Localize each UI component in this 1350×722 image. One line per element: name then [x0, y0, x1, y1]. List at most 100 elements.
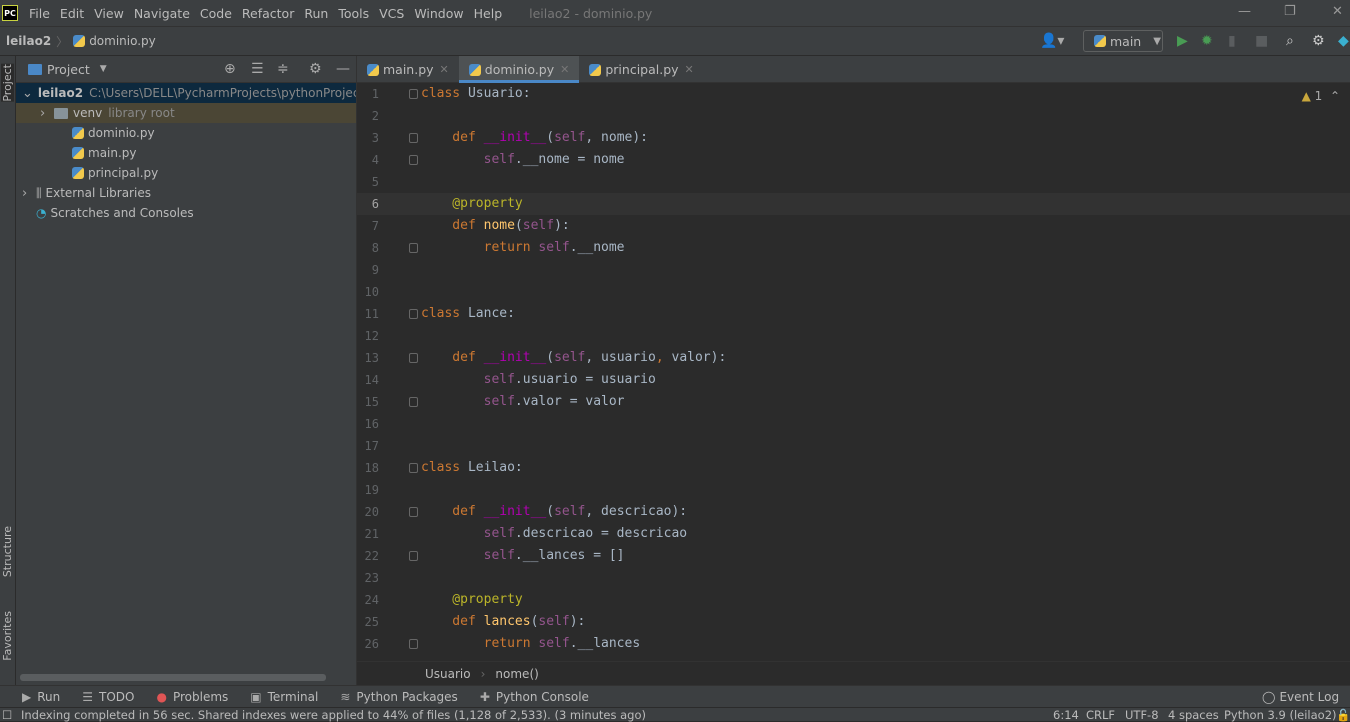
code-line[interactable]: 6 @property [357, 193, 1350, 215]
code-editor[interactable]: ▲ 1 ⌃ 1 class Usuario: 2 3 def __init__(sel… [357, 83, 1350, 661]
tree-item[interactable]: principal.py [16, 163, 356, 183]
event-log-button[interactable]: ◯ Event Log [1262, 690, 1339, 704]
gear-icon[interactable]: ⚙ [309, 61, 322, 77]
search-icon[interactable]: ⌕ [1286, 33, 1294, 49]
tree-item[interactable]: dominio.py [16, 123, 356, 143]
code-line[interactable]: 14 self.usuario = usuario [357, 369, 1350, 391]
chevron-down-icon[interactable]: ▼ [100, 64, 107, 74]
code-line[interactable]: 11 class Lance: [357, 303, 1350, 325]
expand-all-icon[interactable]: ☰ [251, 61, 264, 77]
fold-marker-icon[interactable] [409, 155, 418, 165]
fold-marker-icon[interactable] [409, 397, 418, 407]
file-encoding[interactable]: UTF-8 [1125, 708, 1159, 722]
chevron-right-icon[interactable]: › [40, 106, 54, 121]
tree-item[interactable]: › venv library root [16, 103, 356, 123]
code-line[interactable]: 15 self.valor = valor [357, 391, 1350, 413]
project-view-select[interactable]: Project [47, 62, 90, 77]
fold-marker-icon[interactable] [409, 639, 418, 649]
python-interpreter[interactable]: Python 3.9 (leilao2) [1224, 708, 1337, 722]
code-line[interactable]: 4 self.__nome = nome [357, 149, 1350, 171]
fold-marker-icon[interactable] [409, 133, 418, 143]
menu-view[interactable]: View [94, 6, 124, 21]
indent-setting[interactable]: 4 spaces [1168, 708, 1219, 722]
chevron-down-icon[interactable]: ⌄ [22, 86, 33, 101]
code-line[interactable]: 13 def __init__(self, usuario, valor): [357, 347, 1350, 369]
code-line[interactable]: 21 self.descricao = descricao [357, 523, 1350, 545]
code-line[interactable]: 7 def nome(self): [357, 215, 1350, 237]
code-line[interactable]: 24 @property [357, 589, 1350, 611]
project-tool-tab[interactable]: Project [1, 64, 14, 102]
toolwindow-console[interactable]: ✚ Python Console [480, 690, 589, 704]
code-line[interactable]: 2 [357, 105, 1350, 127]
caret-position[interactable]: 6:14 [1053, 708, 1079, 722]
menu-tools[interactable]: Tools [338, 6, 369, 21]
collapse-all-icon[interactable]: ≑ [277, 61, 289, 77]
toolwindow-todo[interactable]: ☰ TODO [82, 690, 134, 704]
toolwindow-run[interactable]: ▶ Run [22, 690, 60, 704]
tree-item[interactable]: ⌄ leilao2 C:\Users\DELL\PycharmProjects\py… [16, 83, 356, 103]
code-line[interactable]: 17 [357, 435, 1350, 457]
fold-marker-icon[interactable] [409, 309, 418, 319]
tree-item[interactable]: main.py [16, 143, 356, 163]
code-line[interactable]: 12 [357, 325, 1350, 347]
menu-vcs[interactable]: VCS [379, 6, 404, 21]
settings-icon[interactable]: ⚙ [1312, 33, 1325, 49]
breadcrumb-project[interactable]: leilao2 [6, 34, 51, 48]
coverage-icon[interactable]: ▮ [1228, 33, 1236, 49]
run-config-select[interactable]: main ▼ [1083, 30, 1163, 52]
fold-marker-icon[interactable] [409, 463, 418, 473]
code-line[interactable]: 25 def lances(self): [357, 611, 1350, 633]
maximize-button[interactable]: ❐ [1284, 4, 1296, 19]
tab-dominio-py[interactable]: dominio.py ✕ [458, 56, 580, 83]
fold-marker-icon[interactable] [409, 551, 418, 561]
menu-navigate[interactable]: Navigate [134, 6, 190, 21]
menu-help[interactable]: Help [474, 6, 503, 21]
fold-marker-icon[interactable] [409, 243, 418, 253]
vcs-user-icon[interactable]: 👤▾ [1040, 33, 1064, 49]
run-icon[interactable]: ▶ [1177, 33, 1188, 49]
debug-icon[interactable]: ✹ [1201, 33, 1213, 49]
toolwindow-problems[interactable]: ● Problems [156, 690, 228, 704]
code-line[interactable]: 19 [357, 479, 1350, 501]
locate-icon[interactable]: ⊕ [224, 61, 236, 77]
menu-window[interactable]: Window [414, 6, 463, 21]
toolwindow-terminal[interactable]: ▣ Terminal [250, 690, 318, 704]
breadcrumb-method[interactable]: nome() [495, 667, 538, 681]
menu-code[interactable]: Code [200, 6, 232, 21]
fold-marker-icon[interactable] [409, 89, 418, 99]
close-tab-icon[interactable]: ✕ [440, 63, 449, 76]
code-line[interactable]: 18 class Leilao: [357, 457, 1350, 479]
breadcrumb-class[interactable]: Usuario [425, 667, 471, 681]
code-line[interactable]: 9 [357, 259, 1350, 281]
close-tab-icon[interactable]: ✕ [560, 63, 569, 76]
code-line[interactable]: 26 return self.__lances [357, 633, 1350, 655]
close-button[interactable]: ✕ [1332, 4, 1343, 19]
toolbox-icon[interactable]: ◆ [1338, 33, 1349, 49]
status-checkbox-icon[interactable]: ☐ [2, 708, 12, 722]
minimize-button[interactable]: — [1238, 4, 1251, 19]
stop-icon[interactable]: ■ [1255, 33, 1268, 49]
code-line[interactable]: 10 [357, 281, 1350, 303]
fold-marker-icon[interactable] [409, 353, 418, 363]
breadcrumb-file[interactable]: dominio.py [89, 34, 156, 48]
tab-principal-py[interactable]: principal.py ✕ [579, 56, 703, 83]
status-message[interactable]: Indexing completed in 56 sec. Shared ind… [21, 708, 646, 722]
code-line[interactable]: 1 class Usuario: [357, 83, 1350, 105]
fold-marker-icon[interactable] [409, 507, 418, 517]
code-line[interactable]: 20 def __init__(self, descricao): [357, 501, 1350, 523]
code-line[interactable]: 23 [357, 567, 1350, 589]
structure-tool-tab[interactable]: Structure [1, 526, 14, 577]
code-line[interactable]: 3 def __init__(self, nome): [357, 127, 1350, 149]
chevron-right-icon[interactable]: › [22, 186, 36, 201]
menu-edit[interactable]: Edit [60, 6, 84, 21]
horizontal-scrollbar[interactable] [20, 674, 326, 681]
tree-item[interactable]: › ⫼ External Libraries [16, 183, 356, 203]
close-tab-icon[interactable]: ✕ [685, 63, 694, 76]
tree-item[interactable]: ◔ Scratches and Consoles [16, 203, 356, 223]
menu-file[interactable]: File [29, 6, 50, 21]
toolwindow-packages[interactable]: ≋ Python Packages [340, 690, 457, 704]
lock-icon[interactable]: 🔓 [1336, 708, 1350, 722]
hide-icon[interactable]: — [336, 61, 350, 77]
code-line[interactable]: 5 [357, 171, 1350, 193]
menu-run[interactable]: Run [304, 6, 328, 21]
